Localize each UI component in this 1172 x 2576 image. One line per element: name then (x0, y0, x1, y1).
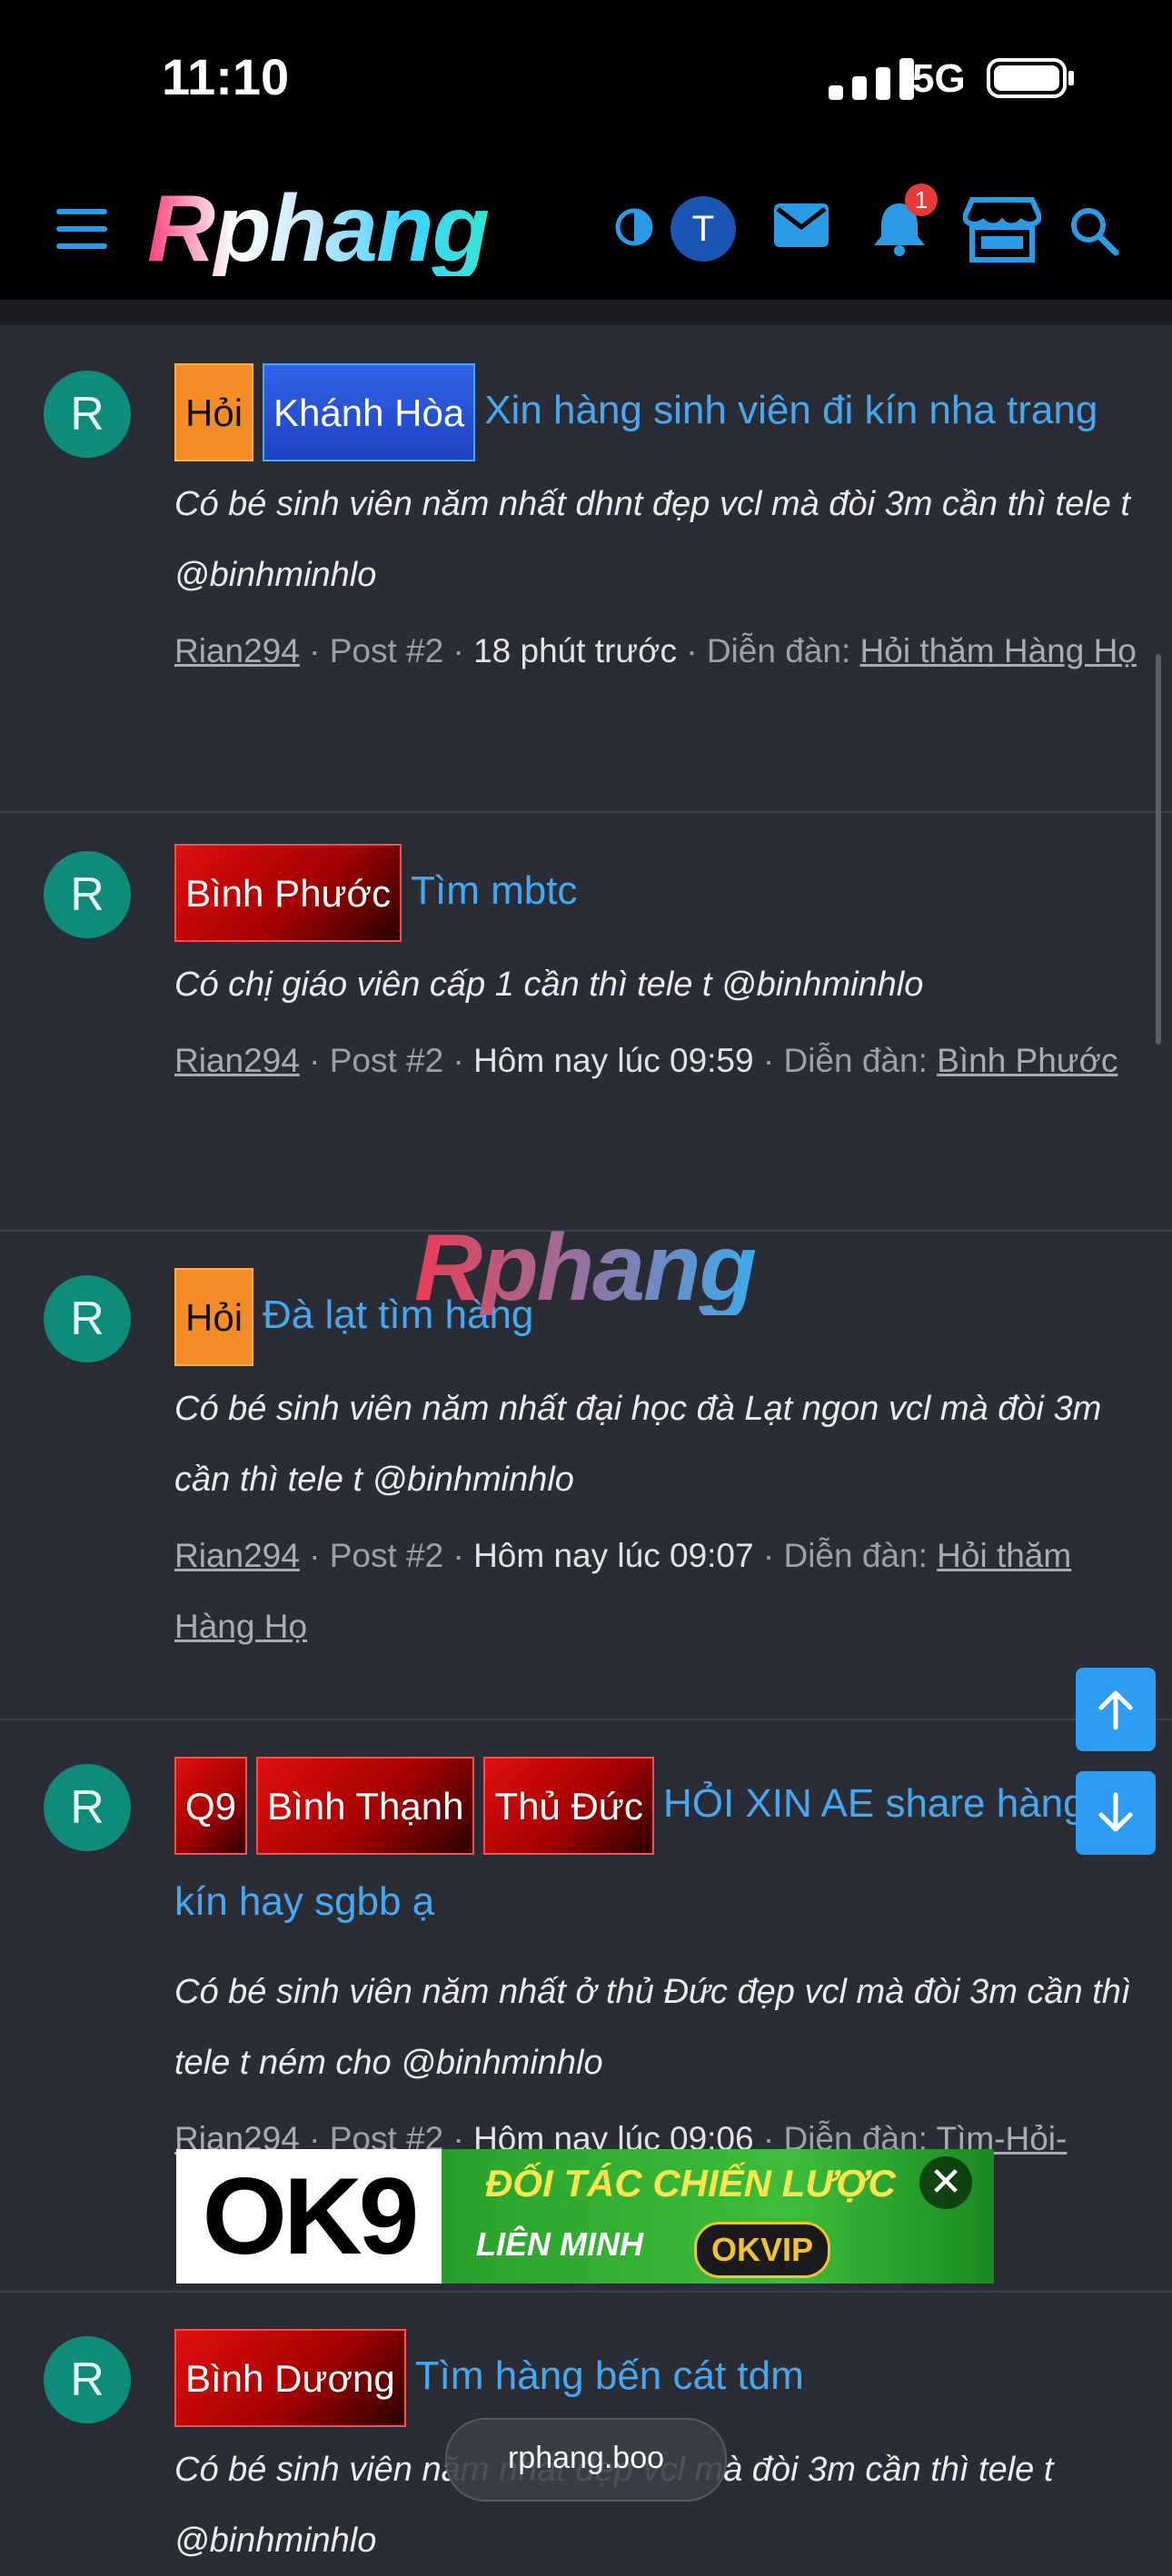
forum-prefix: · Diễn đàn: (676, 632, 860, 670)
ad-banner[interactable]: OK9 ĐỐI TÁC CHIẾN LƯỢC LIÊN MINH OKVIP ✕ (176, 2149, 994, 2284)
thread-snippet: Có bé sinh viên năm nhất đại học đà Lạt … (174, 1390, 1102, 1500)
ad-brand-logo: OK9 (176, 2149, 442, 2284)
forum-link[interactable]: Hỏi thăm Hàng Họ (860, 632, 1137, 669)
close-icon[interactable]: ✕ (919, 2156, 972, 2209)
scroll-bottom-button[interactable] (1076, 1771, 1156, 1855)
timestamp: 18 phút trước (473, 632, 677, 670)
ad-subline: LIÊN MINH (476, 2225, 643, 2263)
tag-label[interactable]: Khánh Hòa (263, 363, 476, 462)
status-bar: 11:10 5G (0, 0, 1172, 163)
scroll-top-button[interactable] (1076, 1668, 1156, 1751)
author-link[interactable]: Rian294 (174, 632, 300, 669)
avatar[interactable]: R (44, 1764, 131, 1851)
nav-divider (0, 300, 1172, 325)
thread-meta: Rian294 · Post #2 · Hôm nay lúc 09:07 · … (174, 1521, 1145, 1662)
author-link[interactable]: Rian294 (174, 1042, 300, 1079)
post-number: · Post #2 · (299, 1537, 474, 1575)
network-type: 5G (912, 56, 966, 101)
list-item[interactable]: R Bình Phước Tìm mbtc Có chị giáo viên cấ… (0, 813, 1172, 1232)
thread-snippet: Có bé sinh viên năm nhất dhnt đẹp vcl mà… (174, 485, 1130, 595)
timestamp: Hôm nay lúc 09:07 (473, 1537, 754, 1575)
thread-title[interactable]: Tìm mbtc (411, 868, 577, 913)
site-logo[interactable]: Rphang (147, 182, 490, 276)
post-number: · Post #2 · (299, 632, 474, 670)
thread-meta: Rian294 · Post #2 · 18 phút trước · Diễn… (174, 616, 1145, 687)
tag-label[interactable]: Thủ Đức (483, 1757, 654, 1856)
menu-icon[interactable] (56, 209, 107, 249)
tag-label[interactable]: Bình Phước (174, 844, 402, 943)
user-avatar[interactable]: T (670, 196, 736, 262)
thread-meta: Rian294 · Post #2 · Hôm nay lúc 09:59 · … (174, 1025, 1145, 1096)
tag-label[interactable]: Hỏi (174, 363, 254, 462)
browser-url-pill[interactable]: rphang.boo (445, 2418, 727, 2502)
list-item[interactable]: R Hỏi Khánh Hòa Xin hàng sinh viên đi kín … (0, 325, 1172, 813)
avatar[interactable]: R (44, 851, 131, 938)
thread-title-line: Bình Dương Tìm hàng bến cát tdm (174, 2329, 1145, 2428)
avatar[interactable]: R (44, 371, 131, 458)
avatar[interactable]: R (44, 2336, 131, 2423)
battery-tip (1068, 71, 1074, 85)
ad-partner-badge: OKVIP (694, 2222, 831, 2278)
thread-snippet: Có chị giáo viên cấp 1 cần thì tele t @b… (174, 966, 924, 1005)
ad-headline: ĐỐI TÁC CHIẾN LƯỢC (485, 2162, 896, 2204)
store-icon[interactable] (963, 196, 1041, 263)
scrollbar[interactable] (1156, 654, 1161, 1045)
tag-label[interactable]: Bình Dương (174, 2329, 406, 2428)
mail-icon[interactable] (774, 203, 829, 247)
avatar[interactable]: R (44, 1275, 131, 1362)
tag-label[interactable]: Q9 (174, 1757, 248, 1856)
arrow-down-icon (1098, 1792, 1133, 1832)
top-navbar: Rphang T 1 (0, 163, 1172, 300)
thread-title[interactable]: Xin hàng sinh viên đi kín nha trang (484, 388, 1098, 432)
forum-prefix: · Diễn đàn: (753, 1537, 938, 1575)
forum-prefix: · Diễn đàn: (753, 1042, 938, 1080)
thread-title-line: Q9 Bình Thạnh Thủ Đức HỎI XIN AE share hàng… (174, 1757, 1154, 1949)
thread-title[interactable]: Tìm hàng bến cát tdm (415, 2353, 804, 2398)
thread-title-line: Bình Phước Tìm mbtc (174, 844, 1145, 943)
arrow-up-icon (1098, 1690, 1133, 1730)
tag-label[interactable]: Hỏi (174, 1268, 254, 1367)
thread-snippet: Có bé sinh viên năm nhất ở thủ Đức đẹp v… (174, 1973, 1131, 2083)
post-number: · Post #2 · (299, 1042, 474, 1080)
notification-badge: 1 (905, 183, 938, 216)
signal-icon (829, 58, 916, 100)
timestamp: Hôm nay lúc 09:59 (473, 1042, 754, 1080)
thread-title-line: Hỏi Khánh Hòa Xin hàng sinh viên đi kín nh… (174, 363, 1145, 462)
theme-toggle-icon[interactable] (614, 207, 654, 247)
site-watermark: Rphang (414, 1215, 757, 1321)
tag-label[interactable]: Bình Thạnh (256, 1757, 475, 1856)
clock: 11:10 (162, 48, 290, 105)
battery-icon (987, 58, 1067, 98)
forum-link[interactable]: Bình Phước (937, 1042, 1117, 1079)
author-link[interactable]: Rian294 (174, 1537, 300, 1574)
search-icon[interactable] (1068, 205, 1119, 256)
